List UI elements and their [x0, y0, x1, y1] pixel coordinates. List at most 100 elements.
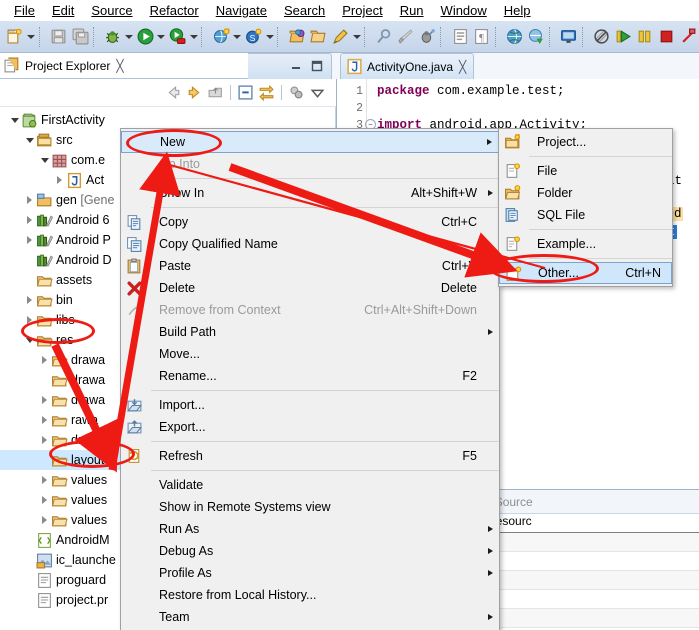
no-edit-icon[interactable] [591, 25, 613, 49]
tab-project-explorer[interactable]: Project Explorer ╳ [0, 53, 248, 79]
menu-item-copy[interactable]: Copy Ctrl+C [121, 211, 499, 233]
pause-icon[interactable] [634, 25, 656, 49]
menu-project[interactable]: Project [334, 1, 391, 20]
tree-expander-closed[interactable] [38, 510, 51, 530]
tree-expander-closed[interactable] [23, 190, 36, 210]
tree-expander-closed[interactable] [38, 490, 51, 510]
pencil-dropdown-arrow[interactable] [351, 25, 362, 49]
menu-item-import[interactable]: Import... [121, 394, 499, 416]
remove-context-icon [126, 302, 143, 319]
menu-item-refresh[interactable]: Refresh F5 [121, 445, 499, 467]
run-dropdown-arrow[interactable] [156, 25, 167, 49]
menu-search[interactable]: Search [276, 1, 334, 20]
new-file-icon [506, 163, 520, 178]
editor-tab-close-icon[interactable]: ╳ [459, 60, 466, 74]
menu-navigate[interactable]: Navigate [208, 1, 276, 20]
menu-item-copy-qualified-name[interactable]: Copy Qualified Name [121, 233, 499, 255]
delete-icon [126, 280, 143, 297]
menu-item-build-path[interactable]: Build Path [121, 321, 499, 343]
submenu-item-folder[interactable]: Folder [499, 182, 672, 204]
android-dropdown-arrow[interactable] [232, 25, 243, 49]
sql-dropdown-arrow[interactable] [265, 25, 276, 49]
tree-expander-closed[interactable] [23, 210, 36, 230]
tree-expander-closed[interactable] [23, 230, 36, 250]
disconnect-icon[interactable] [677, 25, 699, 49]
menu-item-restore-from-local-history[interactable]: Restore from Local History... [121, 584, 499, 606]
globe-icon[interactable] [504, 25, 526, 49]
menu-run[interactable]: Run [392, 1, 433, 20]
debug-dropdown-arrow[interactable] [124, 25, 135, 49]
save-icon[interactable] [47, 25, 69, 49]
tree-item-firstactivity[interactable]: FirstActivity [0, 110, 335, 130]
menu-source[interactable]: Source [83, 1, 141, 20]
menu-item-delete[interactable]: Delete Delete [121, 277, 499, 299]
minimize-icon[interactable] [290, 60, 302, 72]
new-android-project-icon[interactable] [210, 25, 232, 49]
tree-expander-closed[interactable] [38, 350, 51, 370]
submenu-item-file[interactable]: File [499, 160, 672, 182]
menu-help[interactable]: Help [496, 1, 540, 20]
pencil-icon[interactable] [330, 25, 352, 49]
menu-item-move[interactable]: Move... [121, 343, 499, 365]
run-external-tools-icon[interactable] [167, 25, 189, 49]
tree-item-label: bin [56, 293, 73, 307]
save-all-icon[interactable] [69, 25, 91, 49]
new-dropdown-arrow[interactable] [26, 25, 37, 49]
tree-expander-open[interactable] [8, 110, 21, 130]
menu-item-export[interactable]: Export... [121, 416, 499, 438]
tab-activityone-java[interactable]: ActivityOne.java ╳ [340, 53, 475, 79]
view-menu-icon[interactable] [307, 83, 328, 103]
menu-item-paste[interactable]: Paste Ctrl+V [121, 255, 499, 277]
tree-expander-closed[interactable] [53, 170, 66, 190]
tree-expander-closed[interactable] [23, 290, 36, 310]
project-explorer-close-icon[interactable]: ╳ [116, 59, 123, 73]
open-type-icon[interactable] [286, 25, 308, 49]
sql-new-icon[interactable]: S [243, 25, 265, 49]
tree-expander-closed[interactable] [38, 410, 51, 430]
menu-item-profile-as[interactable]: Profile As [121, 562, 499, 584]
menu-item-accelerator: Ctrl+V [441, 259, 477, 273]
globe-run-icon[interactable] [525, 25, 547, 49]
menu-window[interactable]: Window [433, 1, 496, 20]
menu-refactor[interactable]: Refactor [142, 1, 208, 20]
menu-item-rename[interactable]: Rename... F2 [121, 365, 499, 387]
run-icon[interactable] [134, 25, 156, 49]
submenu-item-example[interactable]: Example... [499, 233, 672, 255]
menu-item-debug-as[interactable]: Debug As [121, 540, 499, 562]
menu-edit[interactable]: Edit [44, 1, 83, 20]
menu-item-show-in[interactable]: Show In Alt+Shift+W [121, 182, 499, 204]
new-wizard-icon[interactable] [4, 25, 26, 49]
search-pin-icon[interactable] [373, 25, 395, 49]
collapse-all-icon[interactable] [235, 83, 256, 103]
menu-item-team[interactable]: Team [121, 606, 499, 628]
focus-icon[interactable] [286, 83, 307, 103]
stop-icon[interactable] [656, 25, 678, 49]
external-tools-dropdown-arrow[interactable] [189, 25, 200, 49]
tree-expander-open[interactable] [38, 150, 51, 170]
tree-expander-closed[interactable] [38, 470, 51, 490]
menu-item-run-as[interactable]: Run As [121, 518, 499, 540]
toolbar-separator [38, 26, 46, 47]
tree-expander-closed[interactable] [38, 430, 51, 450]
forward-arrow-icon[interactable] [184, 83, 205, 103]
menu-file[interactable]: File [6, 1, 44, 20]
console-icon[interactable] [558, 25, 580, 49]
debug-icon[interactable] [102, 25, 124, 49]
bug-search-icon[interactable] [417, 25, 439, 49]
link-with-editor-icon[interactable] [256, 83, 277, 103]
submenu-item-project[interactable]: Project... [499, 131, 672, 153]
outline-icon[interactable] [449, 25, 471, 49]
resume-icon[interactable] [612, 25, 634, 49]
open-folder-icon[interactable] [308, 25, 330, 49]
menu-item-show-in-remote-systems-view[interactable]: Show in Remote Systems view [121, 496, 499, 518]
submenu-item-sql-file[interactable]: SQL File [499, 204, 672, 226]
menu-item-validate[interactable]: Validate [121, 474, 499, 496]
up-arrow-icon[interactable] [205, 83, 226, 103]
back-arrow-icon[interactable] [163, 83, 184, 103]
menu-item-label: Run As [159, 522, 200, 536]
tree-expander-closed[interactable] [38, 390, 51, 410]
brush-icon[interactable] [395, 25, 417, 49]
paragraph-icon[interactable]: ¶ [471, 25, 493, 49]
tree-expander-open[interactable] [23, 130, 36, 150]
maximize-icon[interactable] [311, 60, 323, 72]
